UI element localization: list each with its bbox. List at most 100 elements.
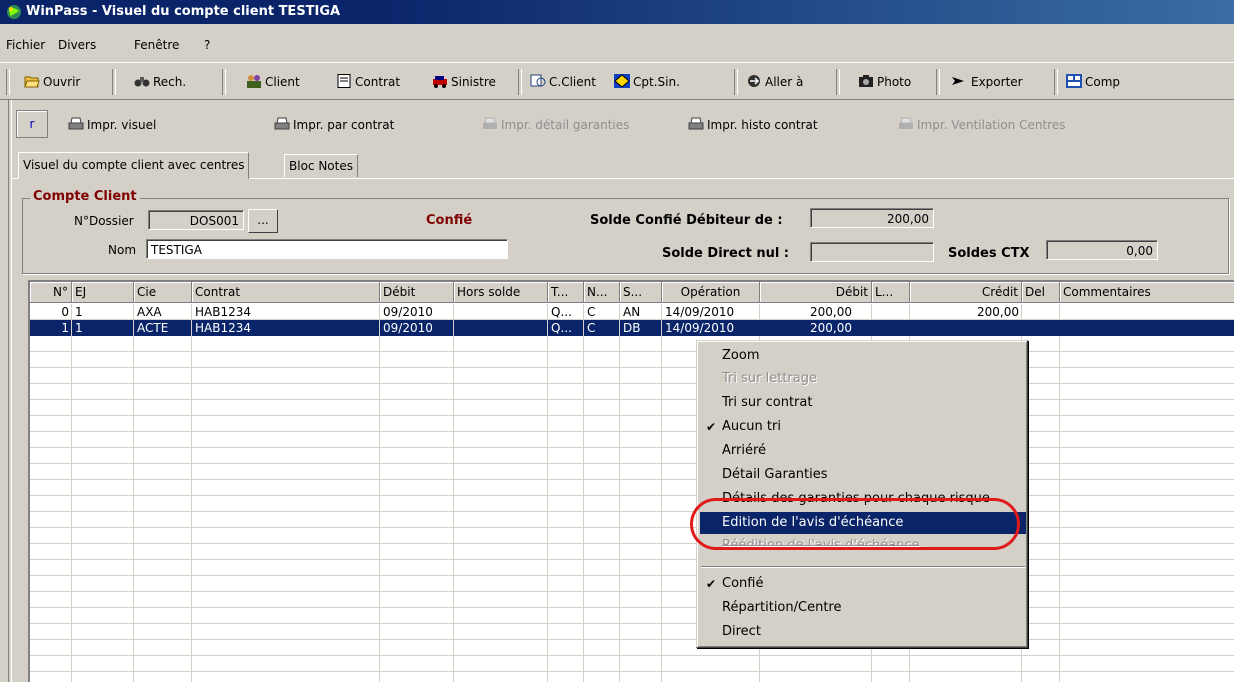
col-header-contrat[interactable]: Contrat [192, 282, 380, 303]
sinistre-button[interactable]: Sinistre [432, 72, 496, 92]
toolbar-separator [836, 69, 840, 95]
photo-label: Photo [877, 75, 912, 89]
dossier-field[interactable]: DOS001 [148, 210, 244, 230]
menu-item-label: Tri sur contrat [722, 395, 813, 410]
app-window: WinPass - Visuel du compte client TESTIG… [0, 0, 1234, 682]
menu-item-direct[interactable]: Direct [700, 621, 1026, 643]
grid-line [71, 304, 72, 682]
menu-item-detail-garanties[interactable]: Détail Garanties [700, 464, 1026, 486]
grid-line [30, 575, 1234, 576]
grid-line [30, 671, 1234, 672]
cell-debit-period: 09/2010 [383, 321, 433, 335]
confie-status: Confié [426, 213, 473, 228]
aller-a-button[interactable]: Aller à [746, 72, 803, 92]
goto-icon [748, 75, 760, 87]
comp-label: Comp [1085, 75, 1121, 89]
col-header-operation[interactable]: Opération [662, 282, 760, 303]
grid-line [661, 304, 662, 682]
menu-item-confie[interactable]: ✔ Confié [700, 573, 1026, 595]
menu-item-label: Arriéré [722, 443, 767, 458]
r-button[interactable]: r [16, 110, 48, 138]
menu-item-tri-lettrage[interactable]: Tri sur lettrage [700, 368, 1026, 390]
menu-item-tri-contrat[interactable]: Tri sur contrat [700, 392, 1026, 414]
grid-line [30, 607, 1234, 608]
account-icon [530, 74, 546, 87]
ouvrir-button[interactable]: Ouvrir [24, 72, 80, 92]
checkmark-icon: ✔ [706, 577, 717, 591]
grid-line [30, 543, 1234, 544]
cell-operation: 14/09/2010 [665, 305, 735, 319]
cell-l [872, 320, 910, 336]
menu-bar: Fichier Divers Fenêtre ? [0, 36, 1234, 58]
exporter-button[interactable]: Exporter [952, 72, 1023, 92]
menu-divers[interactable]: Divers [58, 38, 96, 52]
col-header-commentaires[interactable]: Commentaires [1060, 282, 1234, 303]
menu-help[interactable]: ? [204, 38, 210, 52]
cpt-sin-button[interactable]: Cpt.Sin. [614, 72, 680, 92]
cell-contrat: HAB1234 [195, 321, 252, 335]
grid-line [30, 447, 1234, 448]
cell-debit: 200,00 [810, 321, 852, 335]
comp-button[interactable]: Comp [1066, 72, 1120, 92]
cell-del [1022, 320, 1060, 336]
impr-par-contrat-button[interactable]: Impr. par contrat [274, 115, 394, 135]
cell-del [1022, 304, 1060, 320]
impr-histo-contrat-button[interactable]: Impr. histo contrat [688, 115, 818, 135]
solde-direct-field[interactable] [810, 242, 934, 262]
col-header-credit[interactable]: Crédit [910, 282, 1022, 303]
cell-t: Q... [551, 305, 572, 319]
grid-line [30, 527, 1234, 528]
cell-n: 0 [61, 305, 69, 319]
menu-item-zoom[interactable]: Zoom [700, 345, 1026, 367]
grid-line [191, 304, 192, 682]
toolbar-separator [6, 69, 10, 95]
menu-item-label: Répartition/Centre [722, 600, 842, 615]
table-row-selected[interactable]: 1 1 ACTE HAB1234 09/2010 Q... C DB 14/09… [30, 320, 1234, 336]
contrat-button[interactable]: Contrat [336, 72, 400, 92]
checkmark-icon: ✔ [706, 420, 717, 434]
operations-grid[interactable]: N° EJ Cie Contrat Débit Hors solde T... … [28, 280, 1234, 682]
col-header-s[interactable]: S... [620, 282, 662, 303]
grid-line [30, 495, 1234, 496]
menu-item-aucun-tri[interactable]: ✔ Aucun tri [700, 416, 1026, 438]
nom-field[interactable]: TESTIGA [146, 239, 508, 259]
photo-button[interactable]: Photo [858, 72, 911, 92]
menu-item-repartition-centre[interactable]: Répartition/Centre [700, 597, 1026, 619]
impr-visuel-button[interactable]: Impr. visuel [68, 115, 156, 135]
solde-confie-field[interactable]: 200,00 [810, 208, 934, 228]
cell-s: DB [623, 321, 641, 335]
menu-item-arriere[interactable]: Arriéré [700, 440, 1026, 462]
col-header-t[interactable]: T... [548, 282, 584, 303]
cell-t: Q... [551, 321, 572, 335]
menu-item-label: Direct [722, 624, 761, 639]
export-arrow-icon [952, 77, 964, 85]
col-header-debit[interactable]: Débit [760, 282, 872, 303]
tab-visuel-compte[interactable]: Visuel du compte client avec centres [18, 152, 250, 179]
printer-icon [688, 117, 704, 130]
impr-ventilation-centres-button[interactable]: Impr. Ventilation Centres [898, 115, 1065, 135]
dossier-browse-button[interactable]: ... [248, 209, 278, 233]
soldes-ctx-field[interactable]: 0,00 [1046, 240, 1158, 260]
col-header-l[interactable]: L... [872, 282, 910, 303]
col-header-ej[interactable]: EJ [72, 282, 134, 303]
client-button[interactable]: Client [246, 72, 300, 92]
col-header-del[interactable]: Del [1022, 282, 1060, 303]
solde-confie-label: Solde Confié Débiteur de : [590, 213, 783, 228]
menu-fichier[interactable]: Fichier [6, 38, 45, 52]
impr-detail-garanties-button[interactable]: Impr. détail garanties [482, 115, 629, 135]
rech-button[interactable]: Rech. [134, 72, 186, 92]
col-header-cie[interactable]: Cie [134, 282, 192, 303]
c-client-button[interactable]: C.Client [530, 72, 596, 92]
col-header-debit-period[interactable]: Débit [380, 282, 454, 303]
col-header-n[interactable]: N° [30, 282, 72, 303]
impr-visuel-label: Impr. visuel [87, 118, 157, 132]
menu-fenetre[interactable]: Fenêtre [134, 38, 179, 52]
tab-bloc-notes[interactable]: Bloc Notes [284, 154, 358, 177]
cell-hors-solde [454, 304, 548, 320]
printer-icon [899, 117, 913, 129]
table-row[interactable]: 0 1 AXA HAB1234 09/2010 Q... C AN 14/09/… [30, 304, 1234, 320]
grid-line [30, 623, 1234, 624]
col-header-nn[interactable]: N... [584, 282, 620, 303]
cell-n: 1 [61, 321, 69, 335]
col-header-hors-solde[interactable]: Hors solde [454, 282, 548, 303]
